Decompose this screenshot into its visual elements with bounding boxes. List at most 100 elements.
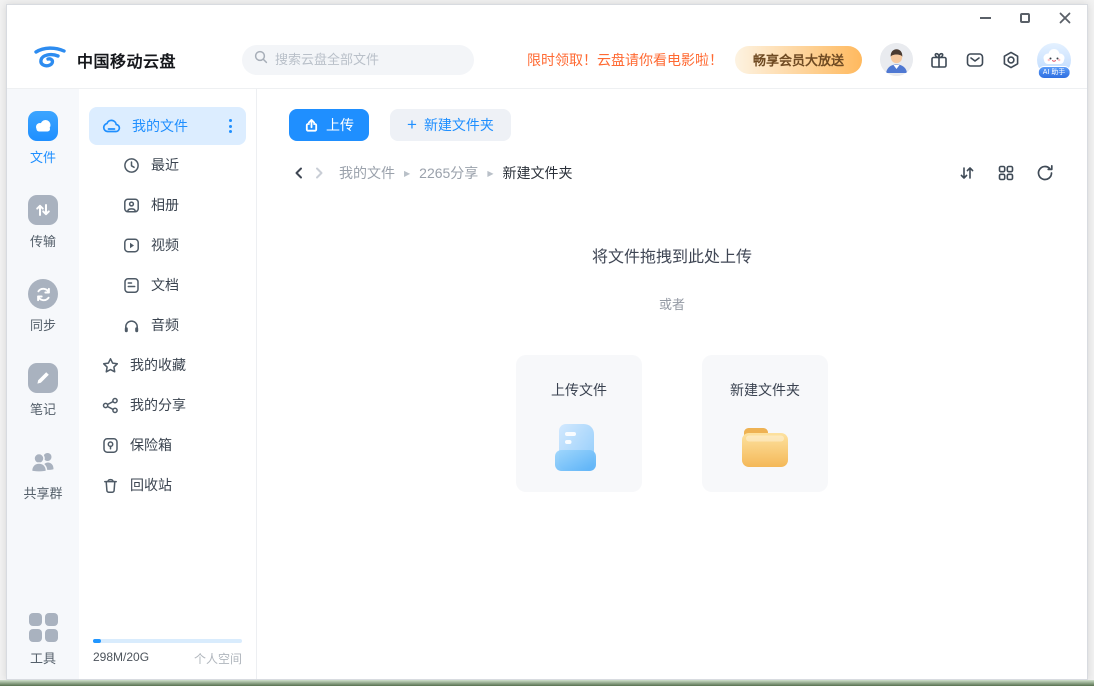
upload-file-icon	[551, 419, 607, 480]
view-controls	[957, 163, 1055, 183]
cloud-outline-icon	[102, 118, 121, 134]
kebab-menu-icon[interactable]	[225, 115, 236, 137]
ai-assistant-mascot[interactable]: AI 助手	[1037, 43, 1071, 77]
main-panel: 上传 + 新建文件夹 我的文件 ▶	[257, 89, 1087, 679]
maximize-button[interactable]	[1017, 10, 1033, 26]
headphones-icon	[123, 317, 140, 334]
share-icon	[102, 397, 119, 414]
sidebar-item-my-files[interactable]: 我的文件	[89, 107, 246, 145]
sidebar-item-audio[interactable]: 音频	[89, 305, 246, 345]
sidebar-item-video[interactable]: 视频	[89, 225, 246, 265]
nav-label: 笔记	[30, 399, 56, 418]
back-button[interactable]	[289, 163, 309, 183]
sidebar: 我的文件 最近 相册	[79, 89, 257, 679]
mail-icon[interactable]	[965, 50, 985, 70]
sidebar-item-label: 文档	[151, 275, 179, 295]
nav-label: 传输	[30, 231, 56, 250]
sidebar-item-documents[interactable]: 文档	[89, 265, 246, 305]
tools-grid-icon	[29, 613, 58, 642]
header: 中国移动云盘 限时领取！云盘请你看电影啦！ 畅享会员大放送	[7, 31, 1087, 89]
star-icon	[102, 357, 119, 374]
sidebar-item-label: 我的分享	[130, 395, 186, 415]
breadcrumb: 我的文件 ▶ 2265分享 ▶ 新建文件夹	[339, 163, 572, 183]
forward-button[interactable]	[309, 163, 329, 183]
gift-icon[interactable]	[929, 50, 949, 70]
storage-usage: 298M/20G	[93, 650, 149, 667]
new-folder-card[interactable]: 新建文件夹	[702, 355, 828, 492]
user-avatar[interactable]	[880, 43, 913, 76]
brand: 中国移动云盘	[33, 44, 176, 75]
sidebar-item-safe-box[interactable]: 保险箱	[89, 425, 246, 465]
sidebar-item-label: 视频	[151, 235, 179, 255]
nav-label: 工具	[30, 648, 56, 667]
new-folder-icon	[737, 419, 793, 480]
sidebar-item-label: 相册	[151, 195, 179, 215]
sidebar-item-label: 保险箱	[130, 435, 172, 455]
album-icon	[123, 197, 140, 214]
upload-button[interactable]: 上传	[289, 109, 369, 141]
sidebar-item-shares[interactable]: 我的分享	[89, 385, 246, 425]
refresh-icon[interactable]	[1035, 163, 1055, 183]
empty-state: 将文件拖拽到此处上传 或者 上传文件	[289, 183, 1055, 492]
nav-item-transfer[interactable]: 传输	[28, 195, 58, 250]
card-label: 上传文件	[551, 380, 607, 400]
sidebar-item-recycle-bin[interactable]: 回收站	[89, 465, 246, 505]
upload-button-label: 上传	[326, 115, 354, 135]
safe-icon	[102, 437, 119, 454]
sidebar-item-album[interactable]: 相册	[89, 185, 246, 225]
breadcrumb-bar: 我的文件 ▶ 2265分享 ▶ 新建文件夹	[289, 163, 1055, 183]
nav-item-tools[interactable]: 工具	[29, 613, 58, 667]
sync-icon	[28, 279, 58, 309]
nav-item-notes[interactable]: 笔记	[28, 363, 58, 418]
desktop-edge	[0, 680, 1094, 686]
vip-promo-button[interactable]: 畅享会员大放送	[735, 46, 862, 74]
desktop: 中国移动云盘 限时领取！云盘请你看电影啦！ 畅享会员大放送	[0, 0, 1094, 686]
app-title: 中国移动云盘	[77, 48, 176, 72]
cloud-icon	[28, 111, 58, 141]
body: 文件 传输	[7, 89, 1087, 679]
upload-icon	[304, 118, 319, 133]
search-input[interactable]	[275, 52, 445, 67]
card-label: 新建文件夹	[730, 380, 800, 400]
sort-icon[interactable]	[957, 163, 977, 183]
search-box[interactable]	[242, 45, 474, 75]
sidebar-item-recent[interactable]: 最近	[89, 145, 246, 185]
nav-item-files[interactable]: 文件	[28, 111, 58, 166]
trash-icon	[102, 477, 119, 494]
document-icon	[123, 277, 140, 294]
nav-item-shared-group[interactable]: 共享群	[23, 447, 62, 502]
storage-space-label: 个人空间	[194, 650, 242, 667]
nav-label: 共享群	[23, 483, 62, 502]
new-folder-button[interactable]: + 新建文件夹	[390, 109, 511, 141]
sidebar-item-label: 我的文件	[132, 116, 188, 136]
nav-item-sync[interactable]: 同步	[28, 279, 58, 334]
storage-meter: 298M/20G 个人空间	[89, 639, 246, 667]
app-window: 中国移动云盘 限时领取！云盘请你看电影啦！ 畅享会员大放送	[6, 4, 1088, 680]
nav-rail: 文件 传输	[7, 89, 79, 679]
breadcrumb-my-files[interactable]: 我的文件	[339, 163, 395, 183]
breadcrumb-current-folder: 新建文件夹	[502, 163, 572, 183]
close-button[interactable]	[1057, 10, 1073, 26]
empty-state-cards: 上传文件	[289, 355, 1055, 492]
sidebar-item-label: 我的收藏	[130, 355, 186, 375]
upload-file-card[interactable]: 上传文件	[516, 355, 642, 492]
header-actions: AI 助手	[880, 43, 1071, 77]
video-icon	[123, 237, 140, 254]
promo-banner-link[interactable]: 限时领取！云盘请你看电影啦！	[527, 50, 723, 70]
minimize-button[interactable]	[977, 10, 993, 26]
breadcrumb-separator-icon: ▶	[404, 169, 410, 178]
breadcrumb-2265-share[interactable]: 2265分享	[419, 163, 478, 183]
titlebar	[7, 5, 1087, 31]
nav-label: 文件	[30, 147, 56, 166]
sidebar-item-favorites[interactable]: 我的收藏	[89, 345, 246, 385]
grid-view-icon[interactable]	[996, 163, 1016, 183]
search-icon	[254, 50, 268, 69]
settings-gear-icon[interactable]	[1001, 50, 1021, 70]
storage-progress-bar	[93, 639, 242, 643]
window-controls	[977, 10, 1073, 26]
new-folder-button-label: 新建文件夹	[424, 115, 494, 135]
or-label: 或者	[289, 294, 1055, 313]
sidebar-item-label: 最近	[151, 155, 179, 175]
plus-icon: +	[407, 116, 417, 133]
sidebar-item-label: 音频	[151, 315, 179, 335]
